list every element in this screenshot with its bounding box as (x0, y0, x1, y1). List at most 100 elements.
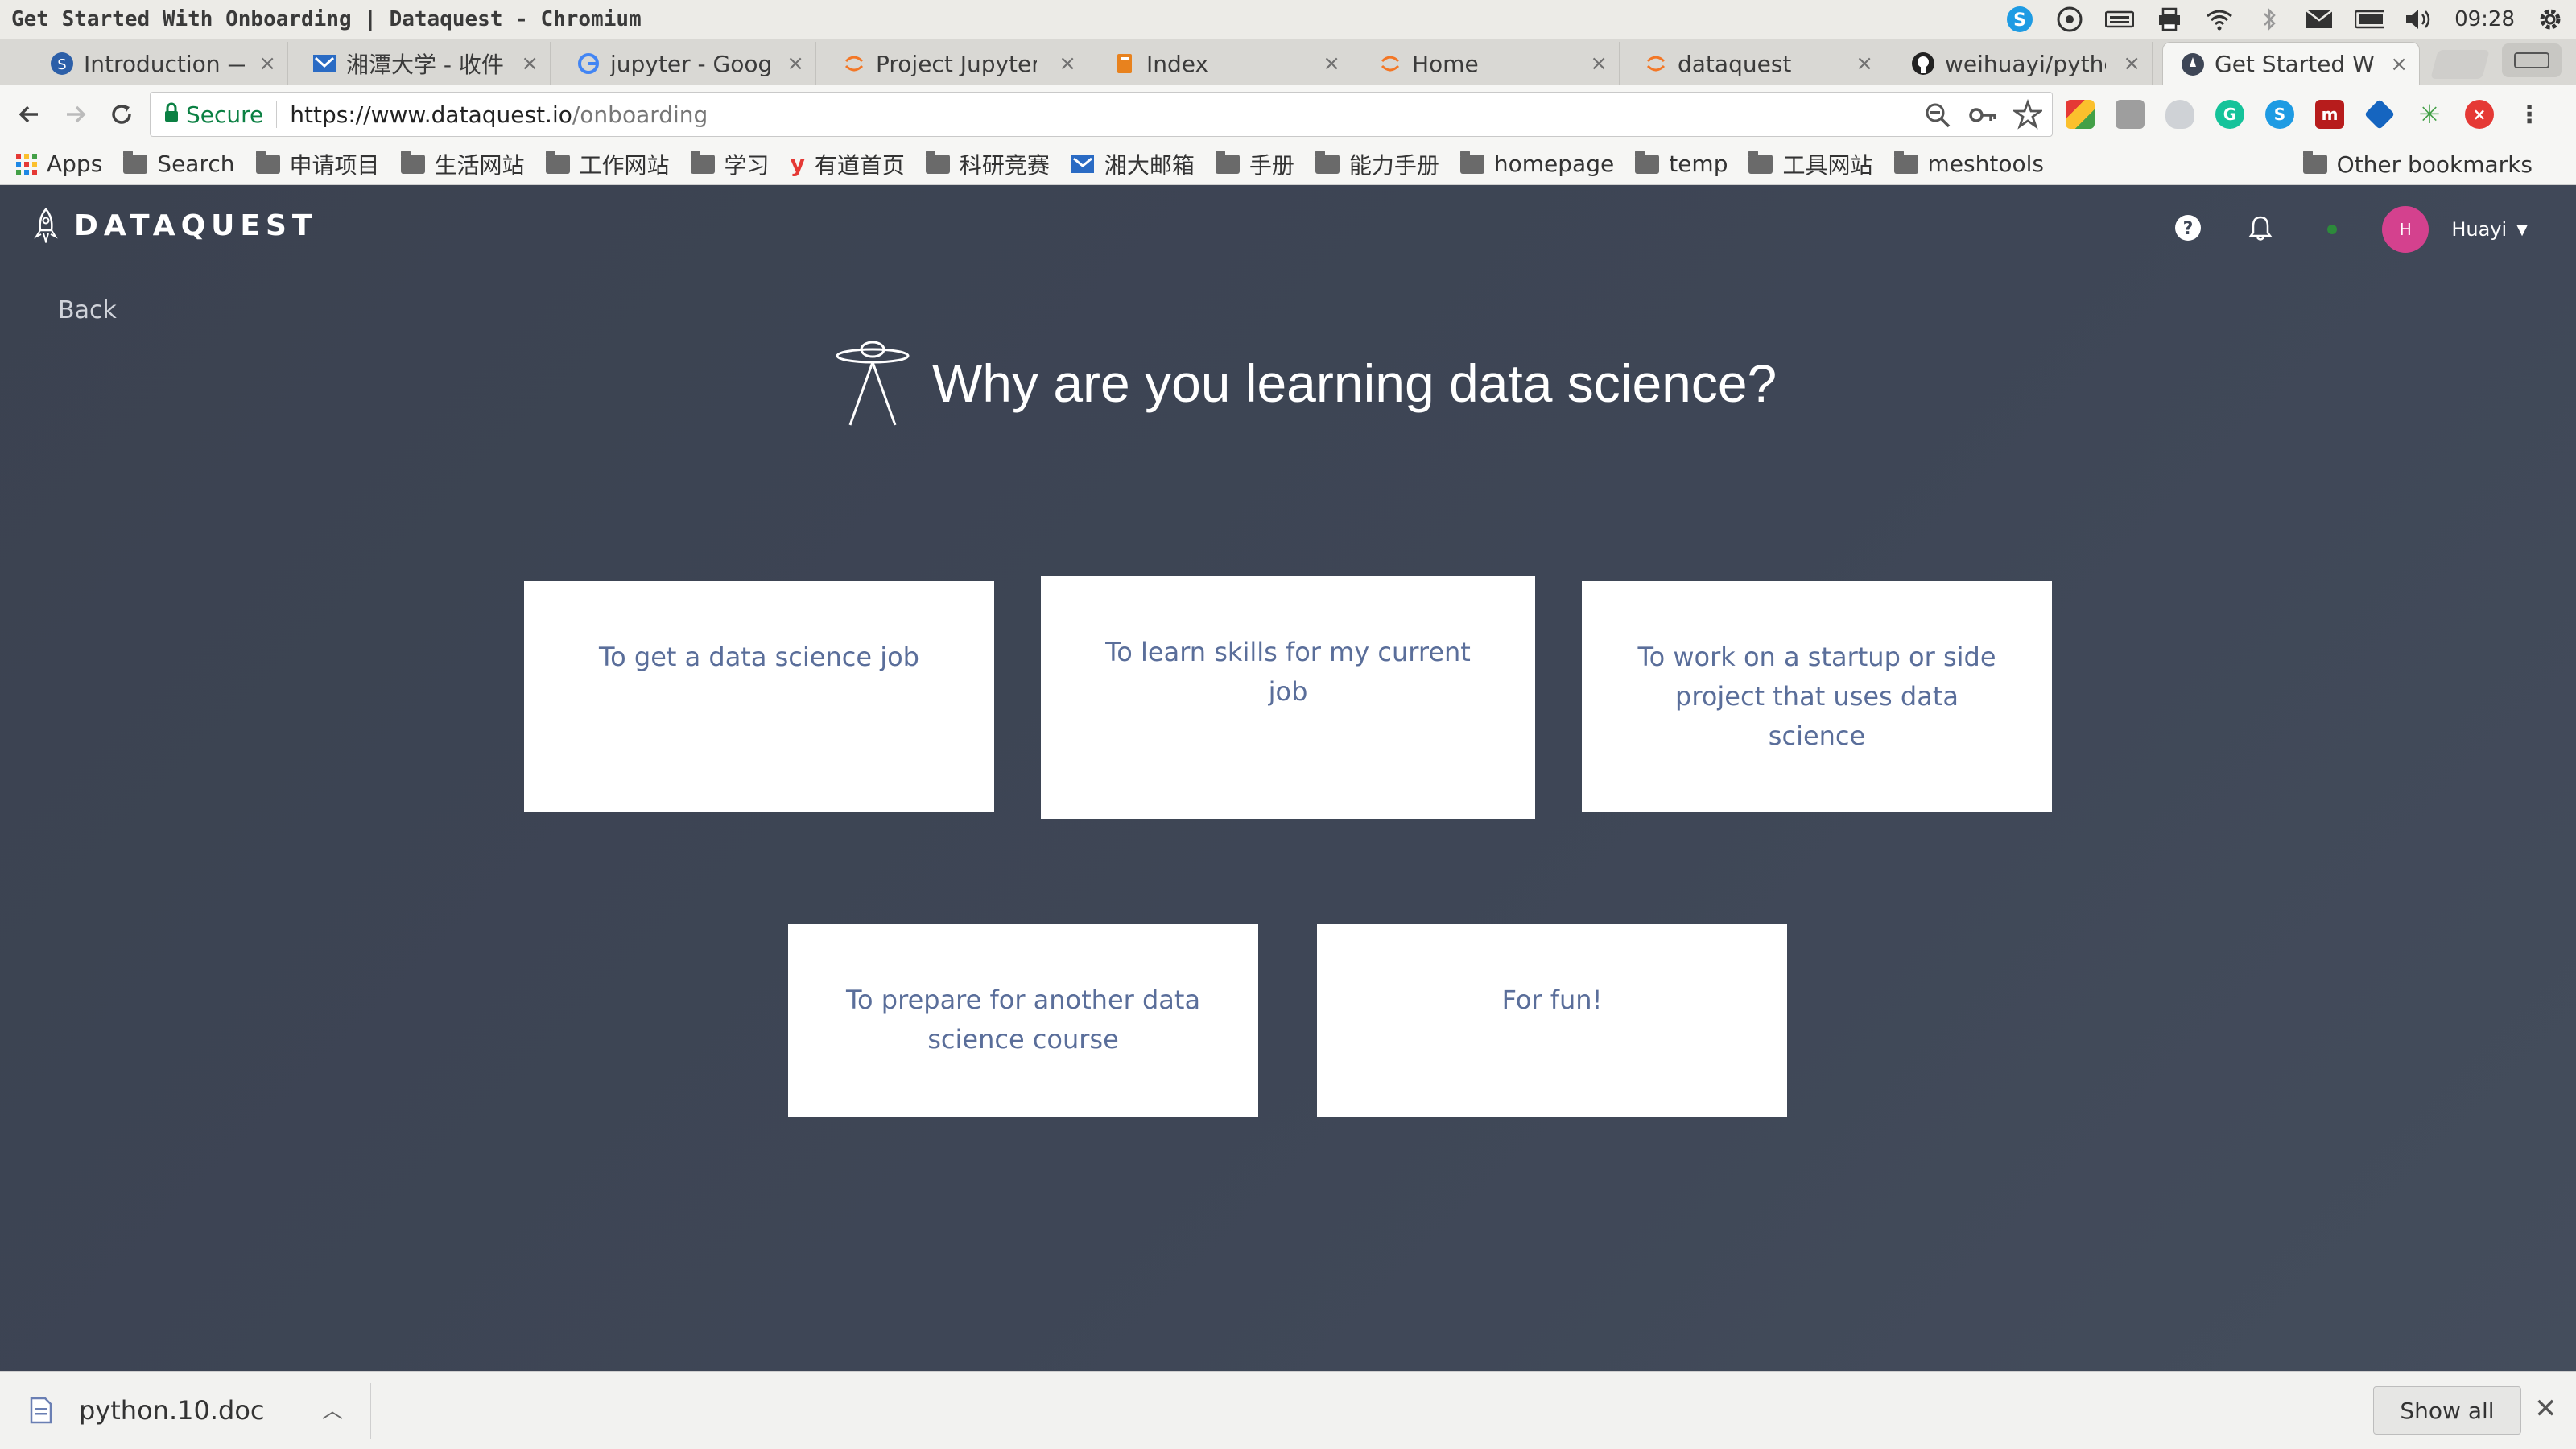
tab-close-icon[interactable]: × (1323, 52, 1340, 76)
bookmark-research[interactable]: 科研竞赛 (925, 148, 1050, 180)
avatar[interactable]: H (2382, 206, 2429, 253)
printer-icon[interactable] (2155, 6, 2184, 32)
browser-toolbar: Secure https://www.dataquest.io /onboard… (0, 85, 2576, 143)
tab-close-icon[interactable]: × (786, 52, 804, 76)
tab-close-icon[interactable]: × (1059, 52, 1076, 76)
bookmark-skill-manuals[interactable]: 能力手册 (1315, 148, 1439, 180)
tab-close-icon[interactable]: × (521, 52, 539, 76)
secure-label[interactable]: Secure (186, 101, 263, 128)
tab-introduction[interactable]: S Introduction — × (32, 42, 288, 85)
mail-icon[interactable] (2305, 6, 2334, 32)
menu-kebab-icon[interactable]: ⋮ (2515, 100, 2544, 129)
folder-icon (1215, 150, 1240, 174)
extension-block-icon[interactable]: × (2465, 100, 2494, 129)
extension-color-icon[interactable] (2066, 100, 2095, 129)
folder-icon (545, 150, 570, 174)
bookmark-search[interactable]: Search (123, 150, 235, 177)
clock[interactable]: 09:28 (2454, 7, 2515, 31)
chevron-down-icon[interactable]: ▼ (2516, 221, 2528, 238)
tab-xtu-mail[interactable]: 湘潭大学 - 收件 × (295, 42, 551, 85)
close-icon[interactable]: ✕ (2534, 1393, 2557, 1425)
volume-icon[interactable] (2405, 6, 2434, 32)
bookmark-tool-sites[interactable]: 工具网站 (1748, 148, 1873, 180)
bell-icon[interactable] (2248, 214, 2273, 245)
bookmark-homepage[interactable]: homepage (1459, 150, 1614, 177)
reload-icon[interactable] (105, 97, 140, 132)
bookmark-manuals[interactable]: 手册 (1215, 148, 1294, 180)
bookmark-xtu-mail[interactable]: 湘大邮箱 (1071, 148, 1195, 180)
tab-home[interactable]: Home × (1360, 42, 1620, 85)
tab-close-icon[interactable]: × (2390, 52, 2408, 76)
tab-github-weihuayi[interactable]: weihuayi/pytho × (1893, 42, 2153, 85)
bookmark-label: meshtools (1927, 151, 2044, 177)
tab-index[interactable]: Index × (1095, 42, 1352, 85)
tab-title: Home (1412, 50, 1479, 77)
option-for-fun[interactable]: For fun! (1317, 924, 1787, 1117)
extension-shield-icon[interactable] (2165, 100, 2194, 129)
bookmark-work-sites[interactable]: 工作网站 (545, 148, 670, 180)
back-link[interactable]: Back (58, 296, 117, 324)
forward-arrow-icon[interactable] (58, 97, 93, 132)
url-path: /onboarding (572, 101, 708, 128)
tab-jupyter-google[interactable]: jupyter - Googl × (559, 42, 816, 85)
tab-title: Index (1146, 50, 1209, 77)
bluetooth-icon[interactable] (2255, 6, 2284, 32)
bookmark-apps[interactable]: Apps (16, 151, 102, 177)
url-host: https://www.dataquest.io (290, 101, 572, 128)
option-skills-current-job[interactable]: To learn skills for my current job (1041, 576, 1535, 819)
option-startup-side-project[interactable]: To work on a startup or side project tha… (1582, 581, 2052, 812)
bookmark-star-icon[interactable] (2011, 98, 2045, 134)
wifi-icon[interactable] (2205, 6, 2234, 32)
other-bookmarks[interactable]: Other bookmarks (2302, 143, 2533, 185)
grammarly-icon[interactable]: G (2215, 100, 2244, 129)
skype-extension-icon[interactable]: S (2265, 100, 2294, 129)
address-bar[interactable]: Secure https://www.dataquest.io /onboard… (150, 92, 2053, 137)
tab-title: 湘潭大学 - 收件 (346, 52, 504, 78)
show-all-button[interactable]: Show all (2373, 1386, 2521, 1435)
option-another-course[interactable]: To prepare for another data science cour… (788, 924, 1258, 1117)
key-icon[interactable] (1968, 99, 1997, 134)
skype-icon[interactable]: S (2005, 6, 2034, 32)
dataquest-logo[interactable]: DATAQUEST (34, 208, 317, 243)
tab-close-icon[interactable]: × (258, 52, 276, 76)
bookmark-temp[interactable]: temp (1635, 150, 1728, 177)
keyboard-icon[interactable] (2105, 6, 2135, 32)
bookmark-label: 工作网站 (579, 151, 670, 179)
bookmark-life-sites[interactable]: 生活网站 (400, 148, 525, 180)
bookmark-label: Search (157, 151, 235, 177)
download-shelf: python.10.doc ︿ Show all ✕ (0, 1371, 2576, 1449)
url-separator (276, 101, 278, 128)
extension-calendar-icon[interactable] (2116, 100, 2145, 129)
option-label: To prepare for another data science cour… (845, 985, 1201, 1055)
lock-icon[interactable] (163, 102, 180, 126)
bookmark-youdao[interactable]: y 有道首页 (791, 148, 905, 180)
extension-leaf-icon[interactable]: ✳ (2415, 99, 2444, 130)
help-icon[interactable]: ? (2174, 214, 2202, 245)
extension-diamond-icon[interactable] (2363, 98, 2396, 130)
dataquest-favicon-icon (2181, 52, 2205, 76)
tab-close-icon[interactable]: × (2123, 52, 2140, 76)
back-arrow-icon[interactable] (11, 97, 47, 132)
zoom-icon[interactable] (1923, 99, 1952, 134)
bookmark-label: 生活网站 (434, 151, 525, 179)
bookmark-meshtools[interactable]: meshtools (1893, 150, 2044, 177)
bookmark-study[interactable]: 学习 (690, 148, 770, 180)
download-item[interactable]: python.10.doc (29, 1388, 264, 1433)
tab-close-icon[interactable]: × (1856, 52, 1873, 76)
bookmark-label: Apps (47, 151, 103, 177)
new-tab-button[interactable] (2430, 50, 2490, 79)
tab-close-icon[interactable]: × (1590, 52, 1608, 76)
battery-icon[interactable] (2355, 6, 2384, 32)
extension-m-icon[interactable]: m (2315, 100, 2344, 129)
user-name[interactable]: Huayi (2451, 218, 2507, 241)
bookmark-apply-projects[interactable]: 申请项目 (255, 148, 380, 180)
chevron-up-icon[interactable]: ︿ (322, 1394, 343, 1424)
settings-gear-icon[interactable] (2536, 6, 2565, 32)
tab-dataquest[interactable]: dataquest × (1626, 42, 1885, 85)
tab-project-jupyter[interactable]: Project Jupyter × (824, 42, 1088, 85)
chrome-sync-icon[interactable] (2055, 6, 2084, 32)
tab-get-started[interactable]: Get Started Wi × (2162, 42, 2420, 85)
profile-button[interactable] (2502, 43, 2562, 77)
folder-icon (255, 150, 280, 174)
option-data-science-job[interactable]: To get a data science job (524, 581, 994, 812)
